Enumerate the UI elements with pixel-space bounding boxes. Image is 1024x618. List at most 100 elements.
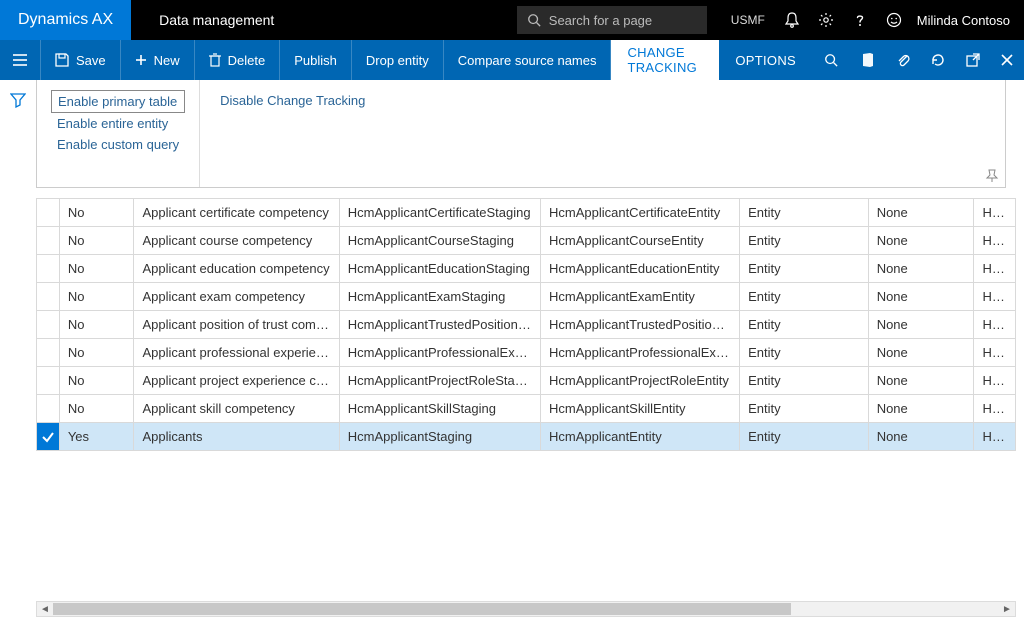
row-selector[interactable] [37, 227, 60, 255]
cell[interactable]: Entity [740, 395, 869, 423]
cell[interactable]: HcmApplicantCertificateEntity [540, 199, 739, 227]
save-button[interactable]: Save [41, 40, 121, 80]
find-icon[interactable] [812, 40, 850, 80]
cell[interactable]: Entity [740, 283, 869, 311]
close-icon[interactable] [990, 40, 1024, 80]
table-row[interactable]: YesApplicantsHcmApplicantStagingHcmAppli… [37, 423, 1016, 451]
cell[interactable]: Hcm [974, 367, 1016, 395]
row-selector[interactable] [37, 255, 60, 283]
cell[interactable]: HcmApplicantSkillStaging [339, 395, 540, 423]
row-selector[interactable] [37, 199, 60, 227]
row-selector[interactable] [37, 423, 60, 451]
brand-logo[interactable]: Dynamics AX [0, 0, 131, 40]
cell[interactable]: Applicant education competency [134, 255, 339, 283]
cell[interactable]: Entity [740, 227, 869, 255]
tab-change-tracking[interactable]: CHANGE TRACKING [611, 40, 719, 80]
cell[interactable]: None [868, 395, 974, 423]
office-icon[interactable] [850, 40, 886, 80]
cell[interactable]: HcmApplicantExamStaging [339, 283, 540, 311]
cell[interactable]: Yes [59, 423, 134, 451]
cell[interactable]: HcmApplicantEducationStaging [339, 255, 540, 283]
pin-icon[interactable] [985, 169, 999, 183]
horizontal-scrollbar[interactable]: ◄ ► [36, 601, 1016, 617]
cell[interactable]: Hcm [974, 339, 1016, 367]
row-selector[interactable] [37, 283, 60, 311]
cell[interactable]: Entity [740, 339, 869, 367]
cell[interactable]: Entity [740, 199, 869, 227]
cell[interactable]: HcmApplicantTrustedPositionSt... [339, 311, 540, 339]
cell[interactable]: None [868, 255, 974, 283]
cell[interactable]: No [59, 367, 134, 395]
new-button[interactable]: New [121, 40, 195, 80]
cell[interactable]: Applicant exam competency [134, 283, 339, 311]
gear-icon[interactable] [809, 0, 843, 40]
cell[interactable]: HcmApplicantCourseEntity [540, 227, 739, 255]
filter-icon[interactable] [10, 92, 26, 108]
table-row[interactable]: NoApplicant project experience co...HcmA… [37, 367, 1016, 395]
cell[interactable]: Hcm [974, 283, 1016, 311]
table-row[interactable]: NoApplicant certificate competencyHcmApp… [37, 199, 1016, 227]
delete-button[interactable]: Delete [195, 40, 281, 80]
search-input[interactable]: Search for a page [517, 6, 707, 34]
cell[interactable]: No [59, 199, 134, 227]
table-row[interactable]: NoApplicant course competencyHcmApplican… [37, 227, 1016, 255]
cell[interactable]: Entity [740, 423, 869, 451]
cell[interactable]: Hcm [974, 227, 1016, 255]
cell[interactable]: No [59, 339, 134, 367]
cell[interactable]: Applicant project experience co... [134, 367, 339, 395]
table-row[interactable]: NoApplicant exam competencyHcmApplicantE… [37, 283, 1016, 311]
attach-icon[interactable] [886, 40, 920, 80]
cell[interactable]: Entity [740, 255, 869, 283]
cell[interactable]: Applicant professional experien... [134, 339, 339, 367]
cell[interactable]: HcmApplicantExamEntity [540, 283, 739, 311]
compare-button[interactable]: Compare source names [444, 40, 612, 80]
cell[interactable]: Applicant skill competency [134, 395, 339, 423]
cell[interactable]: Hcm [974, 395, 1016, 423]
cell[interactable]: HcmApplicantEducationEntity [540, 255, 739, 283]
cell[interactable]: HcmApplicantProfessionalExperi... [339, 339, 540, 367]
row-selector[interactable] [37, 367, 60, 395]
smiley-icon[interactable] [877, 0, 911, 40]
cell[interactable]: HcmApplicantStaging [339, 423, 540, 451]
cell[interactable]: No [59, 311, 134, 339]
table-row[interactable]: NoApplicant education competencyHcmAppli… [37, 255, 1016, 283]
cell[interactable]: Applicant course competency [134, 227, 339, 255]
cell[interactable]: HcmApplicantTrustedPositionEn... [540, 311, 739, 339]
table-row[interactable]: NoApplicant professional experien...HcmA… [37, 339, 1016, 367]
notifications-icon[interactable] [775, 0, 809, 40]
user-name[interactable]: Milinda Contoso [911, 13, 1024, 28]
cell[interactable]: HcmApplicantProjectRoleEntity [540, 367, 739, 395]
cell[interactable]: HcmApplicantProjectRoleStaging [339, 367, 540, 395]
cell[interactable]: None [868, 199, 974, 227]
table-row[interactable]: NoApplicant position of trust comp...Hcm… [37, 311, 1016, 339]
cell[interactable]: No [59, 255, 134, 283]
enable-custom-query[interactable]: Enable custom query [51, 134, 185, 155]
table-row[interactable]: NoApplicant skill competencyHcmApplicant… [37, 395, 1016, 423]
cell[interactable]: HcmApplicantCourseStaging [339, 227, 540, 255]
cell[interactable]: Entity [740, 311, 869, 339]
cell[interactable]: None [868, 311, 974, 339]
row-selector[interactable] [37, 311, 60, 339]
cell[interactable]: No [59, 227, 134, 255]
row-selector[interactable] [37, 339, 60, 367]
cell[interactable]: Entity [740, 367, 869, 395]
cell[interactable]: None [868, 367, 974, 395]
cell[interactable]: Hcm [974, 311, 1016, 339]
publish-button[interactable]: Publish [280, 40, 352, 80]
cell[interactable]: No [59, 283, 134, 311]
cell[interactable]: Applicant position of trust comp... [134, 311, 339, 339]
cell[interactable]: Hcm [974, 199, 1016, 227]
cell[interactable]: HcmApplicantCertificateStaging [339, 199, 540, 227]
cell[interactable]: Applicant certificate competency [134, 199, 339, 227]
enable-entire-entity[interactable]: Enable entire entity [51, 113, 185, 134]
cell[interactable]: None [868, 227, 974, 255]
cell[interactable]: HcmApplicantSkillEntity [540, 395, 739, 423]
scroll-right-icon[interactable]: ► [999, 602, 1015, 616]
drop-entity-button[interactable]: Drop entity [352, 40, 444, 80]
enable-primary-table[interactable]: Enable primary table [51, 90, 185, 113]
scroll-left-icon[interactable]: ◄ [37, 602, 53, 616]
cell[interactable]: Applicants [134, 423, 339, 451]
cell[interactable]: None [868, 283, 974, 311]
cell[interactable]: Hcm [974, 255, 1016, 283]
popout-icon[interactable] [956, 40, 990, 80]
